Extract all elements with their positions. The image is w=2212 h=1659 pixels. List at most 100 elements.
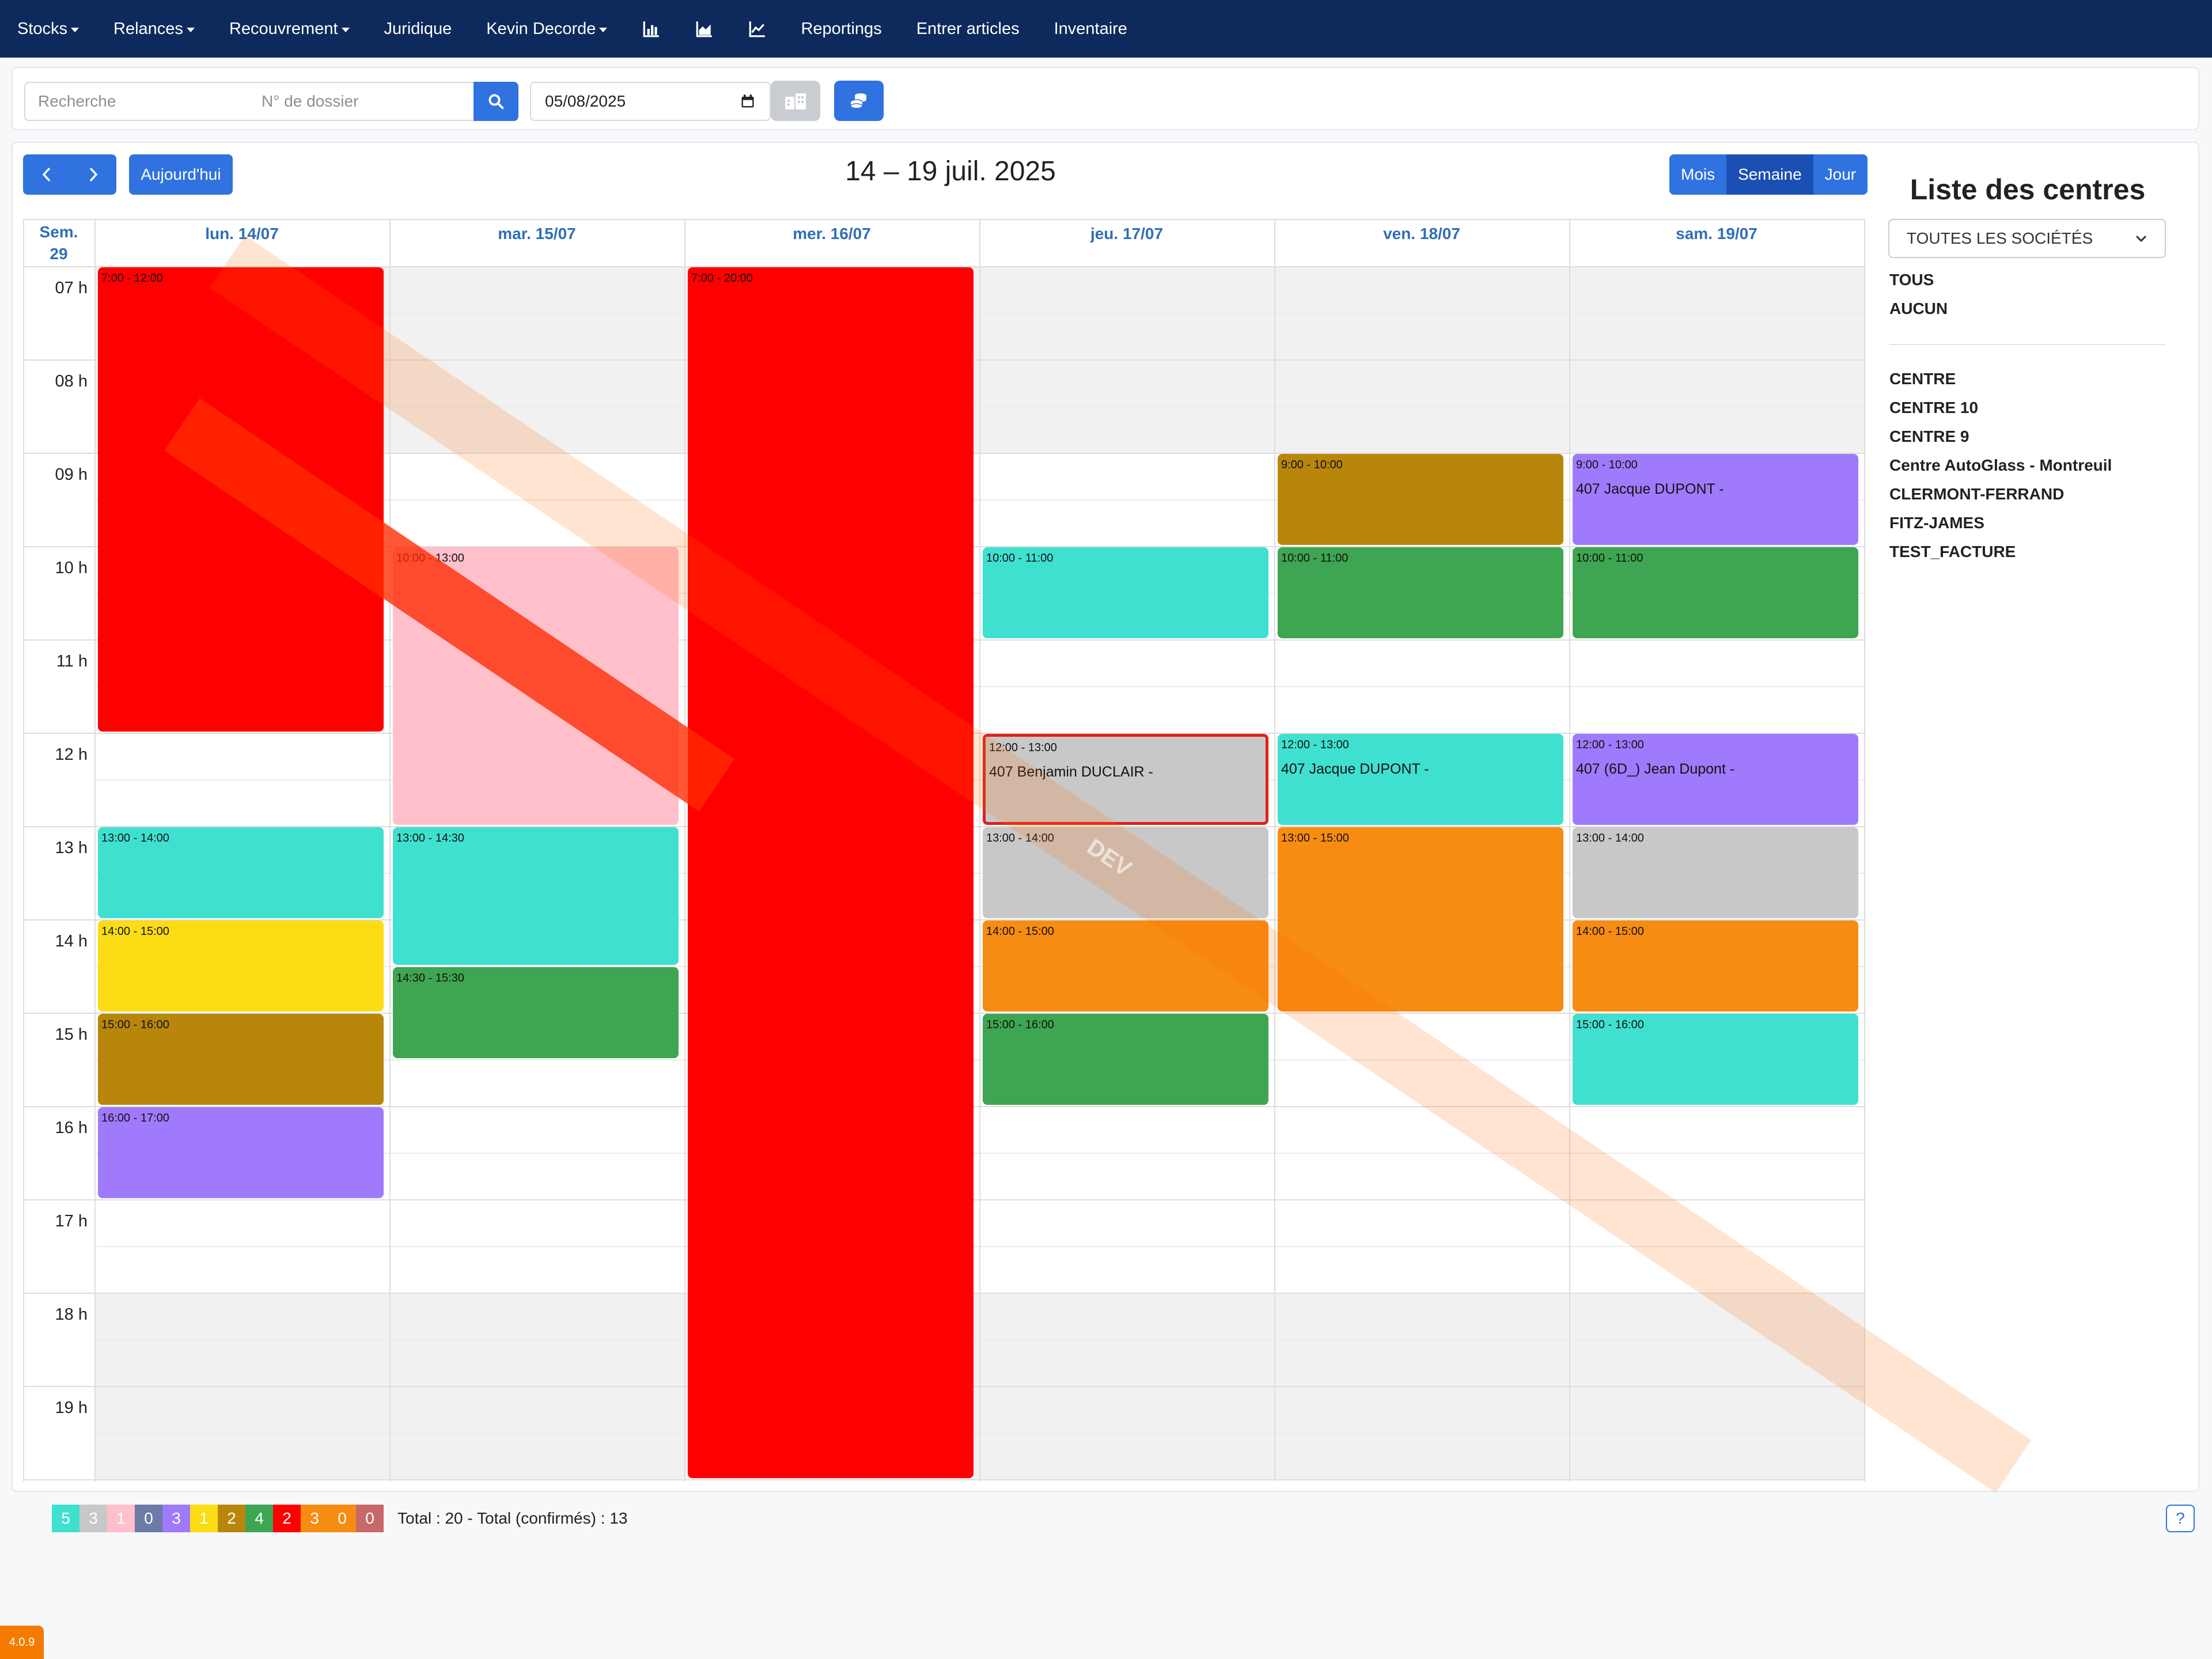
center-item[interactable]: CLERMONT-FERRAND	[1889, 485, 2064, 503]
centers-list-title: Liste des centres	[1910, 173, 2146, 206]
nav-recouvrement-label: Recouvrement	[229, 19, 338, 38]
view-mois-button[interactable]: Mois	[1669, 154, 1727, 195]
day-header[interactable]: jeu. 17/07	[979, 219, 1274, 266]
calendar-event[interactable]: 15:00 - 16:00	[1573, 1014, 1858, 1105]
status-legend: 531031242300	[52, 1505, 384, 1532]
day-header[interactable]: mer. 16/07	[684, 219, 979, 266]
nav-stocks[interactable]: Stocks	[0, 0, 96, 58]
calendar-event[interactable]: 14:00 - 15:00	[983, 921, 1268, 1012]
calendar-event[interactable]: 10:00 - 11:00	[1278, 547, 1563, 638]
hour-label: 12 h	[55, 745, 88, 764]
hour-label: 15 h	[55, 1025, 88, 1044]
calendar-event[interactable]: 16:00 - 17:00	[98, 1107, 384, 1198]
calendar-event[interactable]: 10:00 - 11:00	[1573, 547, 1858, 638]
hour-label: 17 h	[55, 1212, 88, 1230]
hour-label: 14 h	[55, 932, 88, 950]
day-column-line	[1274, 219, 1275, 1482]
search-button[interactable]	[474, 82, 518, 121]
nav-user-menu[interactable]: Kevin Decorde	[469, 0, 624, 58]
prev-week-button[interactable]	[24, 154, 70, 195]
view-semaine-button[interactable]: Semaine	[1726, 154, 1813, 195]
calendar-event[interactable]: 9:00 - 10:00	[1278, 454, 1563, 545]
hour-label: 19 h	[55, 1399, 88, 1417]
nav-stocks-label: Stocks	[17, 19, 68, 38]
calendar-event[interactable]: 14:30 - 15:30	[393, 967, 679, 1058]
calendar-event[interactable]: 13:00 - 14:00	[98, 827, 384, 918]
event-time: 10:00 - 11:00	[986, 552, 1054, 565]
day-header[interactable]: mar. 15/07	[389, 219, 684, 266]
coins-button[interactable]	[834, 81, 884, 121]
event-time: 10:00 - 11:00	[1576, 552, 1643, 565]
event-time: 12:00 - 13:00	[1281, 738, 1349, 751]
line-chart-button[interactable]	[730, 0, 783, 58]
view-switcher: Mois Semaine Jour	[1669, 154, 1868, 195]
calendar-event[interactable]: 12:00 - 13:00 407 Benjamin DUCLAIR -	[983, 734, 1268, 825]
center-item[interactable]: CENTRE	[1889, 370, 1956, 388]
nav-reportings[interactable]: Reportings	[783, 0, 899, 58]
caret-down-icon	[341, 28, 350, 32]
search-icon	[488, 94, 504, 109]
nav-relances[interactable]: Relances	[96, 0, 212, 58]
help-button[interactable]: ?	[2166, 1505, 2195, 1532]
day-header[interactable]: ven. 18/07	[1274, 219, 1569, 266]
next-week-button[interactable]	[70, 154, 116, 195]
calendar-event[interactable]: 15:00 - 16:00	[98, 1014, 384, 1105]
calendar-event[interactable]: 7:00 - 12:00	[98, 267, 384, 732]
calendar-event[interactable]: 13:00 - 14:00	[1573, 827, 1858, 918]
calendar-event[interactable]: 15:00 - 16:00	[983, 1014, 1268, 1105]
area-chart-button[interactable]	[677, 0, 730, 58]
hour-label: 07 h	[55, 279, 88, 297]
day-header[interactable]: sam. 19/07	[1569, 219, 1864, 266]
today-button[interactable]: Aujourd'hui	[129, 154, 233, 195]
center-item[interactable]: Centre AutoGlass - Montreuil	[1889, 456, 2112, 475]
legend-count-box: 3	[301, 1505, 328, 1532]
bar-chart-button[interactable]	[624, 0, 677, 58]
calendar-event[interactable]: 13:00 - 14:30	[393, 827, 679, 965]
calendar-title: 14 – 19 juil. 2025	[845, 156, 1056, 187]
calendar-event[interactable]: 13:00 - 15:00	[1278, 827, 1563, 1012]
nav-inventaire[interactable]: Inventaire	[1037, 0, 1145, 58]
event-time: 15:00 - 16:00	[1576, 1018, 1644, 1031]
calendar-event[interactable]: 10:00 - 11:00	[983, 547, 1268, 638]
nav-recouvrement[interactable]: Recouvrement	[212, 0, 367, 58]
event-time: 10:00 - 11:00	[1281, 552, 1349, 565]
calendar-event[interactable]: 14:00 - 15:00	[1573, 921, 1858, 1012]
center-item[interactable]: TEST_FACTURE	[1889, 543, 2016, 561]
event-time: 9:00 - 10:00	[1281, 459, 1343, 471]
day-column-line	[1569, 219, 1570, 1482]
company-select[interactable]: TOUTES LES SOCIÉTÉS	[1888, 219, 2166, 258]
calendar-event[interactable]: 12:00 - 13:00 407 Jacque DUPONT -	[1278, 734, 1563, 825]
dossier-number-input[interactable]	[249, 82, 475, 121]
hour-label: 10 h	[55, 559, 88, 577]
search-toolbar: 05/08/2025	[12, 67, 2199, 130]
date-input[interactable]: 05/08/2025	[530, 82, 771, 121]
coins-icon	[850, 93, 866, 109]
company-select-value: TOUTES LES SOCIÉTÉS	[1907, 229, 2093, 247]
week-number: 29	[50, 245, 68, 263]
event-time: 15:00 - 16:00	[101, 1018, 169, 1031]
select-aucun-link[interactable]: AUCUN	[1889, 300, 1948, 318]
building-button[interactable]	[771, 81, 820, 121]
day-header[interactable]: lun. 14/07	[94, 219, 389, 266]
calendar-event[interactable]: 14:00 - 15:00	[98, 921, 384, 1012]
center-item[interactable]: CENTRE 9	[1889, 427, 1969, 446]
center-item[interactable]: CENTRE 10	[1889, 399, 1978, 417]
legend-count-box: 1	[190, 1505, 218, 1532]
hour-label: 16 h	[55, 1119, 88, 1137]
calendar-event[interactable]: 13:00 - 14:00	[983, 827, 1268, 918]
event-time: 12:00 - 13:00	[989, 741, 1057, 754]
event-time: 10:00 - 13:00	[396, 552, 464, 565]
select-tous-link[interactable]: TOUS	[1889, 271, 1934, 289]
search-input[interactable]	[24, 82, 250, 121]
calendar-event[interactable]: 9:00 - 10:00 407 Jacque DUPONT -	[1573, 454, 1858, 545]
view-jour-button[interactable]: Jour	[1813, 154, 1868, 195]
event-time: 14:00 - 15:00	[101, 925, 169, 938]
nav-juridique[interactable]: Juridique	[367, 0, 469, 58]
day-column-line	[94, 219, 96, 1482]
calendar-event[interactable]: 10:00 - 13:00	[393, 547, 679, 825]
center-item[interactable]: FITZ-JAMES	[1889, 514, 1984, 532]
calendar-event[interactable]: 7:00 - 20:00	[688, 267, 974, 1478]
nav-entrer-articles[interactable]: Entrer articles	[899, 0, 1037, 58]
legend-count-box: 5	[52, 1505, 79, 1532]
calendar-event[interactable]: 12:00 - 13:00 407 (6D_) Jean Dupont -	[1573, 734, 1858, 825]
